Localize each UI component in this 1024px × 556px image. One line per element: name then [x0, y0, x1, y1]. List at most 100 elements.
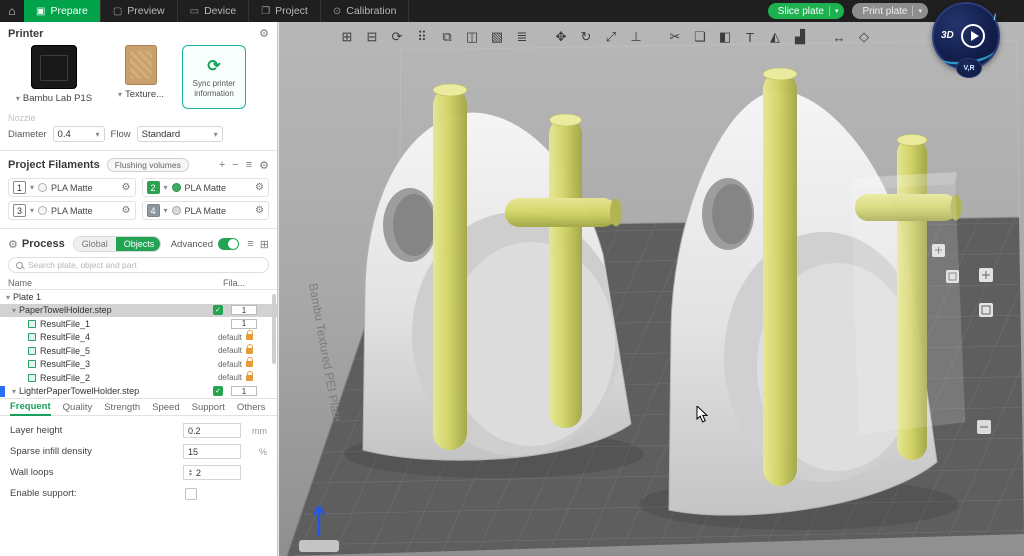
visibility-check-icon[interactable]	[213, 305, 223, 315]
split-objects-icon[interactable]: ⧉	[439, 29, 455, 45]
stepper-arrows-icon[interactable]	[188, 469, 193, 477]
viewport-3d[interactable]: Bambu Textured PEI Plate	[279, 22, 1024, 556]
tab-device[interactable]: ▭ Device	[178, 0, 250, 22]
tab-others[interactable]: Others	[237, 402, 266, 415]
remove-filament-icon[interactable]	[232, 159, 238, 171]
param-tab-bar: Frequent Quality Strength Speed Support …	[0, 398, 277, 416]
filament-value[interactable]: 1	[231, 305, 257, 315]
arrange-icon[interactable]: ⠿	[414, 29, 430, 45]
filament-slot-2[interactable]: 2 PLA Matte	[142, 178, 270, 197]
tree-scrollbar[interactable]	[272, 294, 276, 364]
auto-orient-icon[interactable]: ⟳	[389, 29, 405, 45]
tab-calibration-label: Calibration	[346, 5, 396, 17]
tab-prepare-label: Prepare	[50, 5, 87, 17]
tree-row-plate[interactable]: Plate 1	[0, 290, 277, 304]
cut-icon[interactable]: ✂	[667, 29, 683, 45]
filament-list-icon[interactable]	[246, 159, 252, 171]
home-button[interactable]: ⌂	[0, 0, 24, 22]
filament-value[interactable]: 1	[231, 386, 257, 396]
enable-support-checkbox[interactable]	[185, 488, 197, 500]
play-icon[interactable]	[961, 24, 985, 48]
tree-row-object[interactable]: PaperTowelHolder.step 1	[0, 304, 277, 318]
add-filament-icon[interactable]	[219, 159, 225, 171]
process-list-icon[interactable]	[247, 238, 253, 250]
add-plate-icon[interactable]: ⊟	[364, 29, 380, 45]
slice-plate-button[interactable]: Slice plate ▾	[768, 3, 845, 19]
move-icon[interactable]: ✥	[553, 29, 569, 45]
process-table-icon[interactable]	[260, 238, 269, 251]
filament-gear-icon[interactable]	[255, 182, 264, 193]
flushing-volumes-button[interactable]: Flushing volumes	[107, 158, 189, 172]
tab-support[interactable]: Support	[192, 402, 225, 415]
add-icon[interactable]: ⊞	[339, 29, 355, 45]
prepare-icon: ▣	[36, 6, 45, 17]
selection-marker	[0, 386, 5, 397]
sync-button-label: Sync printer information	[183, 79, 245, 99]
tab-preview-label: Preview	[127, 5, 164, 17]
tab-speed[interactable]: Speed	[152, 402, 179, 415]
tree-row-part[interactable]: ResultFile_2 default	[0, 371, 277, 385]
tab-calibration[interactable]: ⊙ Calibration	[321, 0, 410, 22]
filament-gear-icon[interactable]	[255, 205, 264, 216]
color-paint-icon[interactable]: ◧	[717, 29, 733, 45]
tab-frequent[interactable]: Frequent	[10, 401, 51, 416]
tree-row-part[interactable]: ResultFile_1 1	[0, 317, 277, 331]
chevron-down-icon	[164, 205, 168, 216]
wall-loops-stepper[interactable]: 2	[183, 465, 241, 480]
infill-input[interactable]: 15	[183, 444, 241, 459]
scale-icon[interactable]: ⤢	[603, 29, 619, 45]
filament-slot-4[interactable]: 4 PLA Matte	[142, 201, 270, 220]
tree-row-object[interactable]: LighterPaperTowelHolder.step 1	[0, 385, 277, 399]
tab-prepare[interactable]: ▣ Prepare	[24, 0, 101, 22]
layer-height-input[interactable]: 0.2	[183, 423, 241, 438]
filament-value[interactable]: 1	[231, 319, 257, 329]
advanced-label: Advanced	[171, 239, 213, 250]
part-cube-icon	[28, 320, 36, 328]
clone-icon[interactable]: ❏	[692, 29, 708, 45]
printer-settings-gear-icon[interactable]	[259, 27, 269, 40]
global-segment[interactable]: Global	[74, 237, 116, 251]
filament-gear-icon[interactable]	[122, 182, 131, 193]
scene-canvas: Bambu Textured PEI Plate	[279, 22, 1024, 556]
tab-preview[interactable]: ▢ Preview	[101, 0, 178, 22]
plate-bottom-tab[interactable]	[299, 540, 339, 552]
filament-value: default	[218, 333, 242, 342]
top-bar: ⌂ ▣ Prepare ▢ Preview ▭ Device ❐ Project…	[0, 0, 1024, 22]
objects-segment[interactable]: Objects	[116, 237, 161, 251]
measure-icon[interactable]: ↔	[831, 30, 847, 45]
printer-selector[interactable]: Bambu Lab P1S	[8, 45, 100, 104]
tab-project[interactable]: ❐ Project	[249, 0, 321, 22]
tree-row-part[interactable]: ResultFile_4 default	[0, 331, 277, 345]
flatten-icon[interactable]: ⊥	[628, 29, 644, 45]
orb-vr-badge[interactable]: V,R	[956, 58, 982, 78]
tab-quality[interactable]: Quality	[63, 402, 93, 415]
rotate-icon[interactable]: ↻	[578, 29, 594, 45]
process-section-title: Process	[22, 238, 65, 250]
flow-select[interactable]: Standard	[137, 126, 223, 142]
diameter-select[interactable]: 0.4	[53, 126, 105, 142]
filament-slot-3[interactable]: 3 PLA Matte	[8, 201, 136, 220]
tree-row-part[interactable]: ResultFile_3 default	[0, 358, 277, 372]
advanced-toggle[interactable]	[218, 238, 239, 250]
build-plate-selector[interactable]: Texture...	[110, 45, 172, 100]
seam-paint-icon[interactable]: ◭	[767, 29, 783, 45]
filament-slot-1[interactable]: 1 PLA Matte	[8, 178, 136, 197]
device-icon: ▭	[190, 6, 199, 17]
filament-settings-gear-icon[interactable]	[259, 159, 269, 172]
support-paint-icon[interactable]: ▟	[792, 29, 808, 45]
variable-layer-height-icon[interactable]: ≣	[514, 29, 530, 45]
tree-row-part[interactable]: ResultFile_5 default	[0, 344, 277, 358]
print-plate-button[interactable]: Print plate ▾	[852, 3, 928, 19]
fill-icon[interactable]: ▧	[489, 29, 505, 45]
assembly-icon[interactable]: ◇	[856, 29, 872, 45]
global-objects-toggle[interactable]: Global Objects	[73, 236, 161, 252]
filament-gear-icon[interactable]	[122, 205, 131, 216]
search-input[interactable]	[28, 260, 261, 270]
text-icon[interactable]: T	[742, 30, 758, 45]
split-parts-icon[interactable]: ◫	[464, 29, 480, 45]
nav-orb[interactable]: 3D i V,R	[932, 2, 1008, 78]
tab-strength[interactable]: Strength	[104, 402, 140, 415]
filament-index-badge: 1	[13, 181, 26, 194]
sync-printer-button[interactable]: Sync printer information	[182, 45, 246, 109]
visibility-check-icon[interactable]	[213, 386, 223, 396]
